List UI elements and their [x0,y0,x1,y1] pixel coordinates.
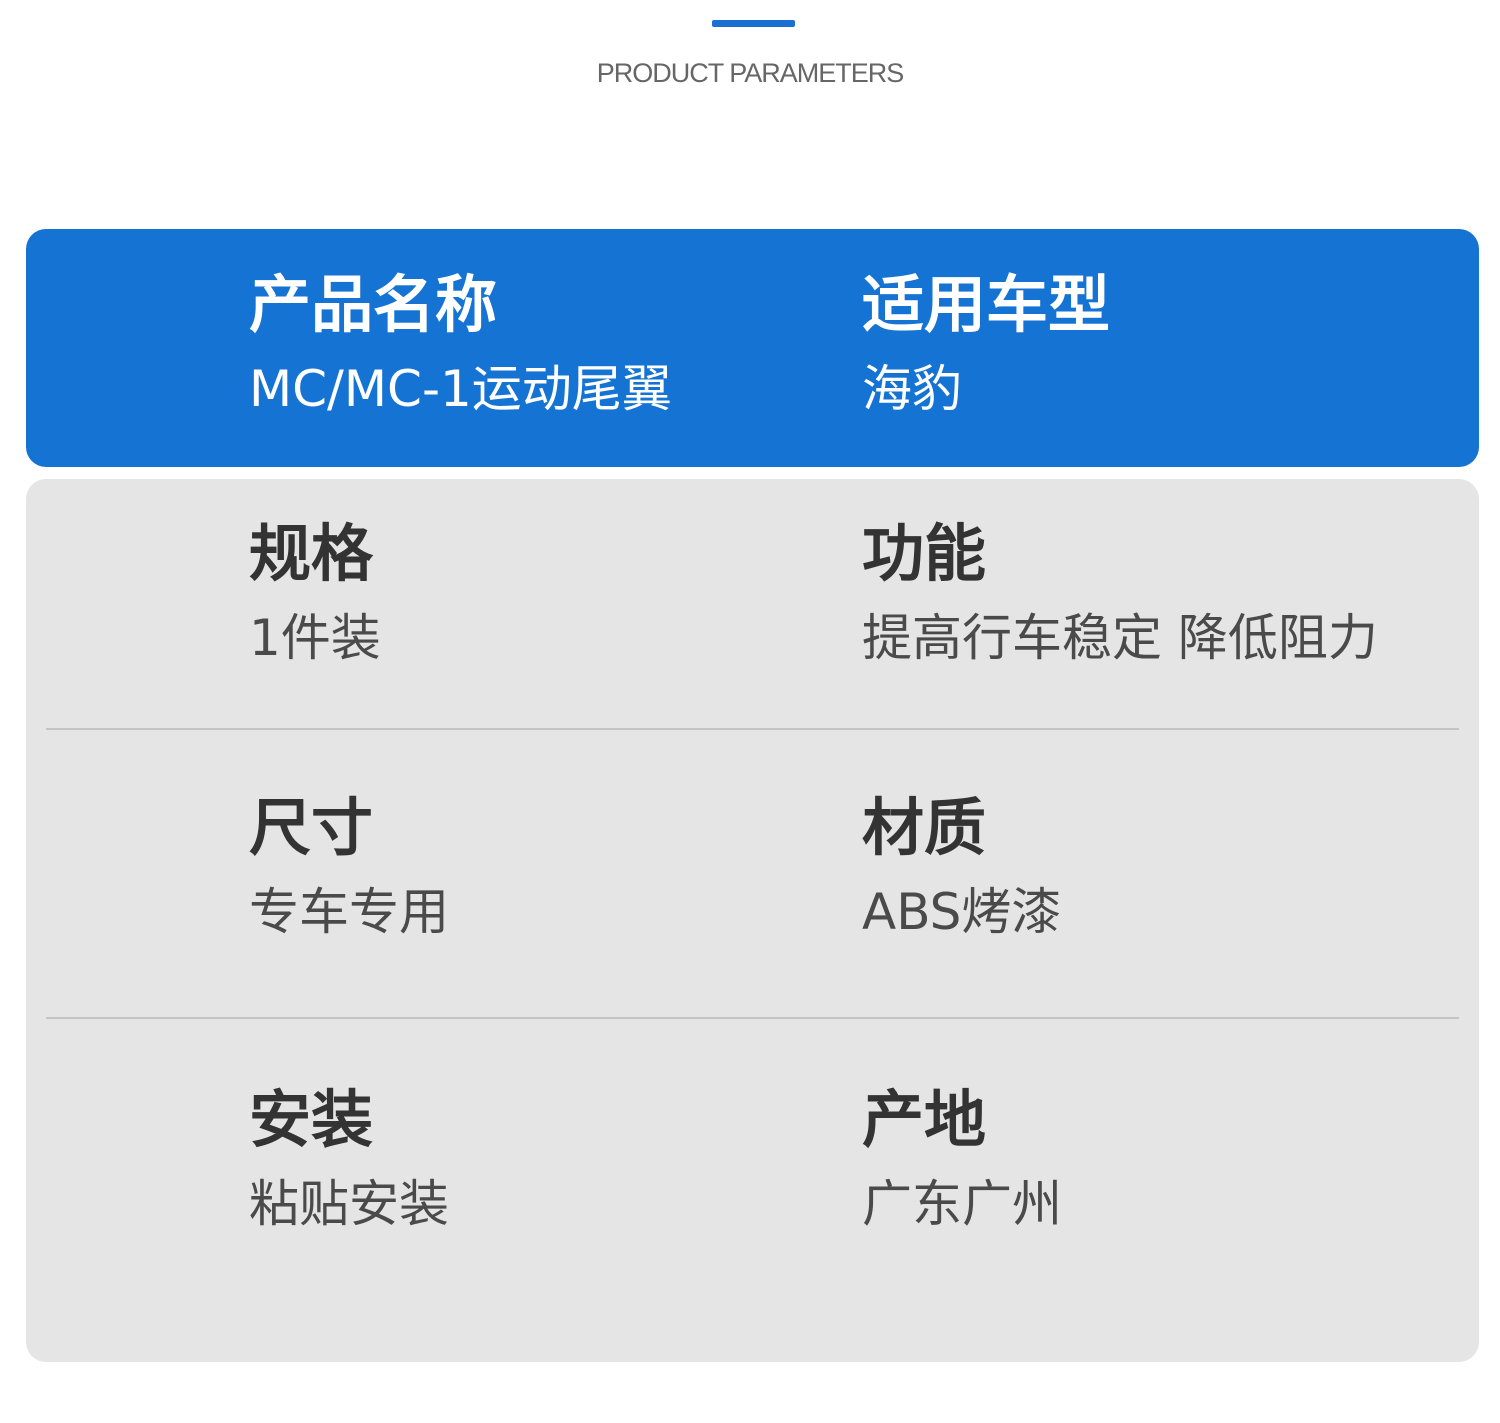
install-cell: 安装 粘贴安装 [249,1083,449,1233]
spec-cell: 规格 1件装 [249,517,381,667]
install-value: 粘贴安装 [249,1175,449,1233]
origin-cell: 产地 广东广州 [862,1083,1062,1233]
size-label: 尺寸 [249,791,374,864]
material-label: 材质 [862,791,987,864]
origin-label: 产地 [862,1083,987,1156]
vehicle-model-cell: 适用车型 海豹 [862,268,1111,418]
section-subtitle: PRODUCT PARAMETERS [596,58,905,88]
title-accent-bar [712,20,795,27]
spec-label: 规格 [249,517,374,590]
function-label: 功能 [862,517,987,590]
header-card: 产品名称 MC/MC-1运动尾翼 适用车型 海豹 [26,229,1479,467]
row-divider [46,1017,1459,1019]
row-divider [46,728,1459,730]
parameters-card: 规格 1件装 功能 提高行车稳定 降低阻力 尺寸 专车专用 材质 ABS烤漆 安… [26,479,1479,1362]
product-name-value: MC/MC-1运动尾翼 [249,360,672,418]
spec-value: 1件装 [249,609,381,667]
install-label: 安装 [249,1083,374,1156]
material-value: ABS烤漆 [862,883,1062,941]
product-name-cell: 产品名称 MC/MC-1运动尾翼 [249,268,672,418]
product-name-label: 产品名称 [249,268,498,341]
vehicle-model-value: 海豹 [862,360,962,418]
function-value: 提高行车稳定 降低阻力 [862,609,1378,667]
function-cell: 功能 提高行车稳定 降低阻力 [862,517,1378,667]
size-value: 专车专用 [249,883,449,941]
origin-value: 广东广州 [862,1175,1062,1233]
vehicle-model-label: 适用车型 [862,268,1111,341]
size-cell: 尺寸 专车专用 [249,791,449,941]
material-cell: 材质 ABS烤漆 [862,791,1062,941]
